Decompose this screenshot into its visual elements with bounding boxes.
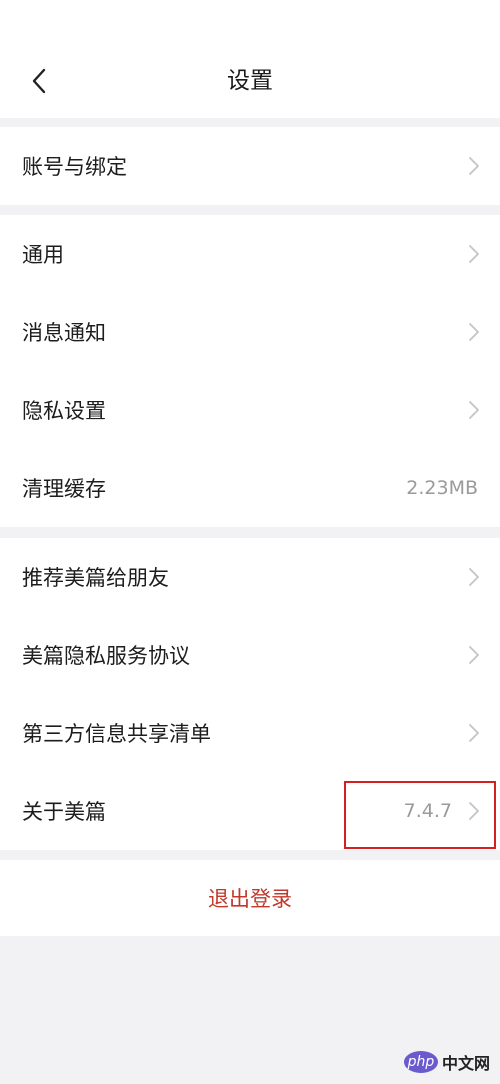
settings-row-privacy[interactable]: 隐私设置 [0, 371, 500, 449]
settings-row-third-party-list[interactable]: 第三方信息共享清单 [0, 694, 500, 772]
logout-button[interactable]: 退出登录 [0, 860, 500, 936]
row-label: 清理缓存 [22, 477, 106, 501]
settings-row-recommend[interactable]: 推荐美篇给朋友 [0, 538, 500, 616]
settings-row-general[interactable]: 通用 [0, 215, 500, 293]
logout-label: 退出登录 [208, 887, 292, 911]
row-label: 消息通知 [22, 321, 106, 345]
settings-group-about: 推荐美篇给朋友 美篇隐私服务协议 第三方信息共享清单 关于美篇 7.4.7 [0, 538, 500, 850]
chevron-right-icon [469, 401, 479, 419]
chevron-right-icon [469, 157, 479, 175]
row-label: 隐私设置 [22, 399, 106, 423]
chevron-right-icon [469, 568, 479, 586]
chevron-left-icon [32, 68, 46, 94]
watermark-text: 中文网 [441, 1054, 490, 1073]
settings-group-account: 账号与绑定 [0, 127, 500, 205]
settings-group-general: 通用 消息通知 隐私设置 清理缓存 2.23MB [0, 215, 500, 527]
row-label: 第三方信息共享清单 [22, 722, 211, 746]
watermark-badge: php [403, 1051, 438, 1073]
page-title: 设置 [227, 68, 273, 94]
chevron-right-icon [469, 646, 479, 664]
chevron-right-icon [469, 323, 479, 341]
settings-row-account-binding[interactable]: 账号与绑定 [0, 127, 500, 205]
row-label: 账号与绑定 [22, 155, 127, 179]
cache-size-value: 2.23MB [406, 477, 478, 499]
row-label: 通用 [22, 243, 64, 267]
version-value: 7.4.7 [403, 800, 452, 822]
back-button[interactable] [22, 62, 56, 100]
navigation-bar: 设置 [0, 0, 500, 118]
settings-row-privacy-agreement[interactable]: 美篇隐私服务协议 [0, 616, 500, 694]
chevron-right-icon [469, 724, 479, 742]
row-label: 关于美篇 [22, 800, 106, 824]
site-watermark: php 中文网 [403, 1050, 490, 1074]
row-label: 美篇隐私服务协议 [22, 644, 190, 668]
chevron-right-icon [469, 245, 479, 263]
settings-row-about[interactable]: 关于美篇 7.4.7 [0, 772, 500, 850]
settings-row-notifications[interactable]: 消息通知 [0, 293, 500, 371]
settings-row-clear-cache[interactable]: 清理缓存 2.23MB [0, 449, 500, 527]
row-label: 推荐美篇给朋友 [22, 566, 169, 590]
chevron-right-icon [469, 802, 479, 820]
